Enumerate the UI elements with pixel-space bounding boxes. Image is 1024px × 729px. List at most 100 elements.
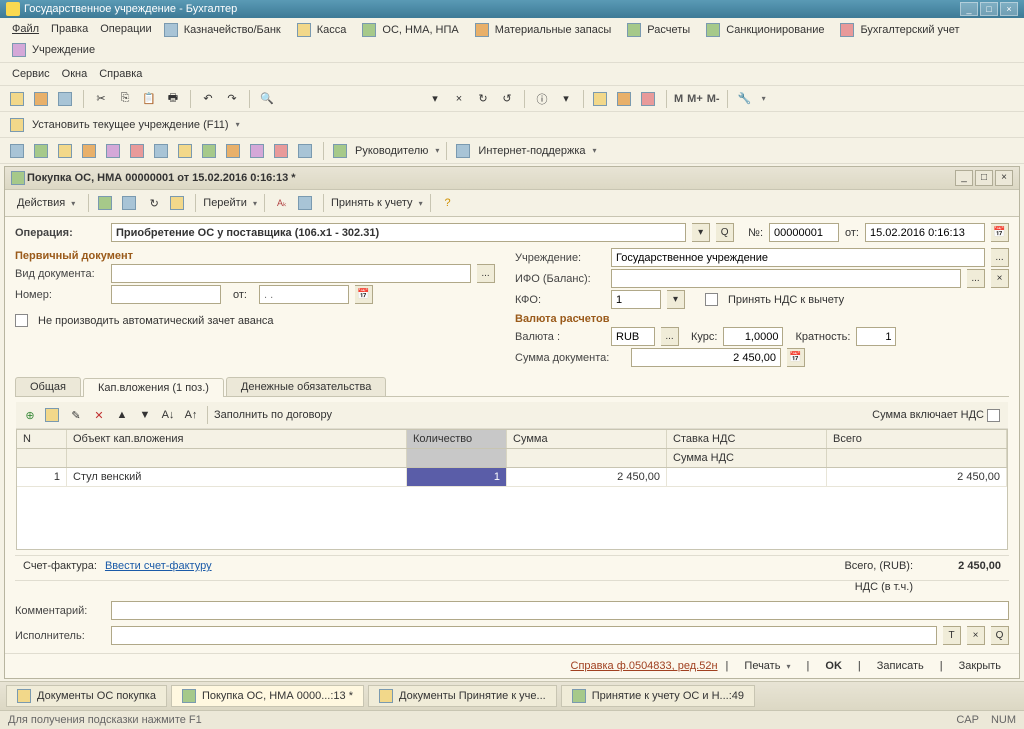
paste-icon[interactable]: 📋 [139, 89, 159, 109]
col-sum[interactable]: Сумма [507, 430, 667, 448]
doctype-select-button[interactable]: ... [477, 264, 495, 283]
cell-nds[interactable] [667, 468, 827, 486]
menu-treasury[interactable]: Казначейство/Банк [160, 21, 289, 39]
delete-row-icon[interactable]: ✕ [89, 405, 109, 425]
ref-link[interactable]: Справка ф.0504833, ред.52н [571, 660, 718, 672]
sf-link[interactable]: Ввести счет-фактуру [105, 560, 212, 572]
menu-help[interactable]: Справка [95, 66, 146, 82]
menu-calc[interactable]: Расчеты [623, 21, 698, 39]
goto-button[interactable]: Перейти ▾ [203, 197, 257, 209]
set-institution-button[interactable]: Установить текущее учреждение (F11) [32, 119, 229, 131]
cell-object[interactable]: Стул венский [67, 468, 407, 486]
tab-investments[interactable]: Кап.вложения (1 поз.) [83, 378, 224, 397]
ifo-field[interactable] [611, 269, 961, 288]
report-icon[interactable] [639, 89, 659, 109]
unpost-icon[interactable] [120, 193, 140, 213]
col-n[interactable]: N [17, 430, 67, 448]
operation-field[interactable]: Приобретение ОС у поставщика (106.x1 - 3… [111, 223, 686, 242]
col-total[interactable]: Всего [827, 430, 1007, 448]
undo-icon[interactable]: ↶ [198, 89, 218, 109]
manager-menu[interactable]: Руководителю [355, 145, 428, 157]
help-drop-icon[interactable]: ▾ [556, 89, 576, 109]
add-row-icon[interactable]: ⊕ [20, 405, 40, 425]
cell-total[interactable]: 2 450,00 [827, 468, 1007, 486]
edit-row-icon[interactable]: ✎ [66, 405, 86, 425]
menu-windows[interactable]: Окна [58, 66, 92, 82]
noauto-checkbox[interactable] [15, 314, 28, 327]
find-prev-icon[interactable]: ↺ [497, 89, 517, 109]
tree-icon[interactable] [168, 193, 188, 213]
actions-button[interactable]: Действия ▾ [11, 195, 81, 211]
memory-mminus[interactable]: M- [707, 93, 720, 105]
save-button[interactable]: Записать [869, 658, 932, 674]
comment-field[interactable] [111, 601, 1009, 620]
task-tab-1[interactable]: Документы ОС покупка [6, 685, 167, 707]
institution-select-button[interactable]: ... [991, 248, 1009, 267]
docsum-calc-button[interactable]: 📅 [787, 348, 805, 367]
c-icon-1[interactable] [8, 141, 28, 161]
kfo-dropdown[interactable]: ▾ [667, 290, 685, 309]
col-nds-rate[interactable]: Ставка НДС [667, 430, 827, 448]
internet-support-menu[interactable]: Интернет-поддержка [478, 145, 585, 157]
c-icon-3[interactable] [56, 141, 76, 161]
doctype-field[interactable] [111, 264, 471, 283]
c-icon-13[interactable] [296, 141, 316, 161]
redo-icon[interactable]: ↷ [222, 89, 242, 109]
table-row[interactable]: 1 Стул венский 1 2 450,00 2 450,00 [17, 468, 1007, 487]
cell-n[interactable]: 1 [17, 468, 67, 486]
menu-operations[interactable]: Операции [96, 21, 155, 39]
tab-general[interactable]: Общая [15, 377, 81, 396]
nds-deduct-checkbox[interactable] [705, 293, 718, 306]
menu-materials[interactable]: Материальные запасы [471, 21, 620, 39]
tab-obligations[interactable]: Денежные обязательства [226, 377, 386, 396]
clear-search-icon[interactable]: × [449, 89, 469, 109]
search-input[interactable] [281, 89, 421, 109]
number-field[interactable] [111, 285, 221, 304]
doc-close-button[interactable]: × [995, 170, 1013, 186]
c-icon-6[interactable] [128, 141, 148, 161]
date-picker-button[interactable]: 📅 [991, 223, 1009, 242]
print-icon[interactable]: 🖶 [163, 89, 183, 109]
col-qty[interactable]: Количество [407, 430, 507, 448]
journal-icon[interactable] [296, 193, 316, 213]
currency-field[interactable] [611, 327, 655, 346]
executor-field[interactable] [111, 626, 937, 645]
sort-desc-icon[interactable]: A↑ [181, 405, 201, 425]
investments-grid[interactable]: N Объект кап.вложения Количество Сумма С… [16, 429, 1008, 550]
copy-row-icon[interactable] [43, 405, 63, 425]
c-icon-11[interactable] [248, 141, 268, 161]
currency-select-button[interactable]: ... [661, 327, 679, 346]
cell-qty[interactable]: 1 [407, 468, 507, 486]
menu-service[interactable]: Сервис [8, 66, 54, 82]
doc-minimize-button[interactable]: _ [955, 170, 973, 186]
operation-dropdown[interactable]: ▾ [692, 223, 710, 242]
task-tab-2[interactable]: Покупка ОС, НМА 0000...:13 * [171, 685, 364, 707]
num-field[interactable] [769, 223, 839, 242]
col-object[interactable]: Объект кап.вложения [67, 430, 407, 448]
fill-by-contract-button[interactable]: Заполнить по договору [214, 409, 332, 421]
c-icon-4[interactable] [80, 141, 100, 161]
ifo-clear-button[interactable]: × [991, 269, 1009, 288]
c-icon-7[interactable] [152, 141, 172, 161]
memory-m[interactable]: M [674, 93, 683, 105]
menu-file[interactable]: Файл [8, 21, 43, 39]
refresh-icon[interactable]: ↻ [144, 193, 164, 213]
memory-mplus[interactable]: M+ [687, 93, 703, 105]
sum-includes-nds-checkbox[interactable] [987, 409, 1000, 422]
ifo-select-button[interactable]: ... [967, 269, 985, 288]
chevron-down-icon[interactable]: ▾ [236, 120, 240, 129]
cut-icon[interactable]: ✂ [91, 89, 111, 109]
from-date-picker[interactable]: 📅 [355, 285, 373, 304]
help-icon[interactable]: ⓘ [532, 89, 552, 109]
open-icon[interactable] [32, 89, 52, 109]
institution-field[interactable] [611, 248, 985, 267]
close-button[interactable]: × [1000, 2, 1018, 16]
find-next-icon[interactable]: ↻ [473, 89, 493, 109]
c-icon-12[interactable] [272, 141, 292, 161]
save-icon[interactable] [56, 89, 76, 109]
ok-button[interactable]: OK [817, 658, 850, 674]
rate-field[interactable] [723, 327, 783, 346]
search-icon[interactable]: 🔍 [257, 89, 277, 109]
c-icon-8[interactable] [176, 141, 196, 161]
print-button[interactable]: Печать ▾ [736, 658, 798, 674]
